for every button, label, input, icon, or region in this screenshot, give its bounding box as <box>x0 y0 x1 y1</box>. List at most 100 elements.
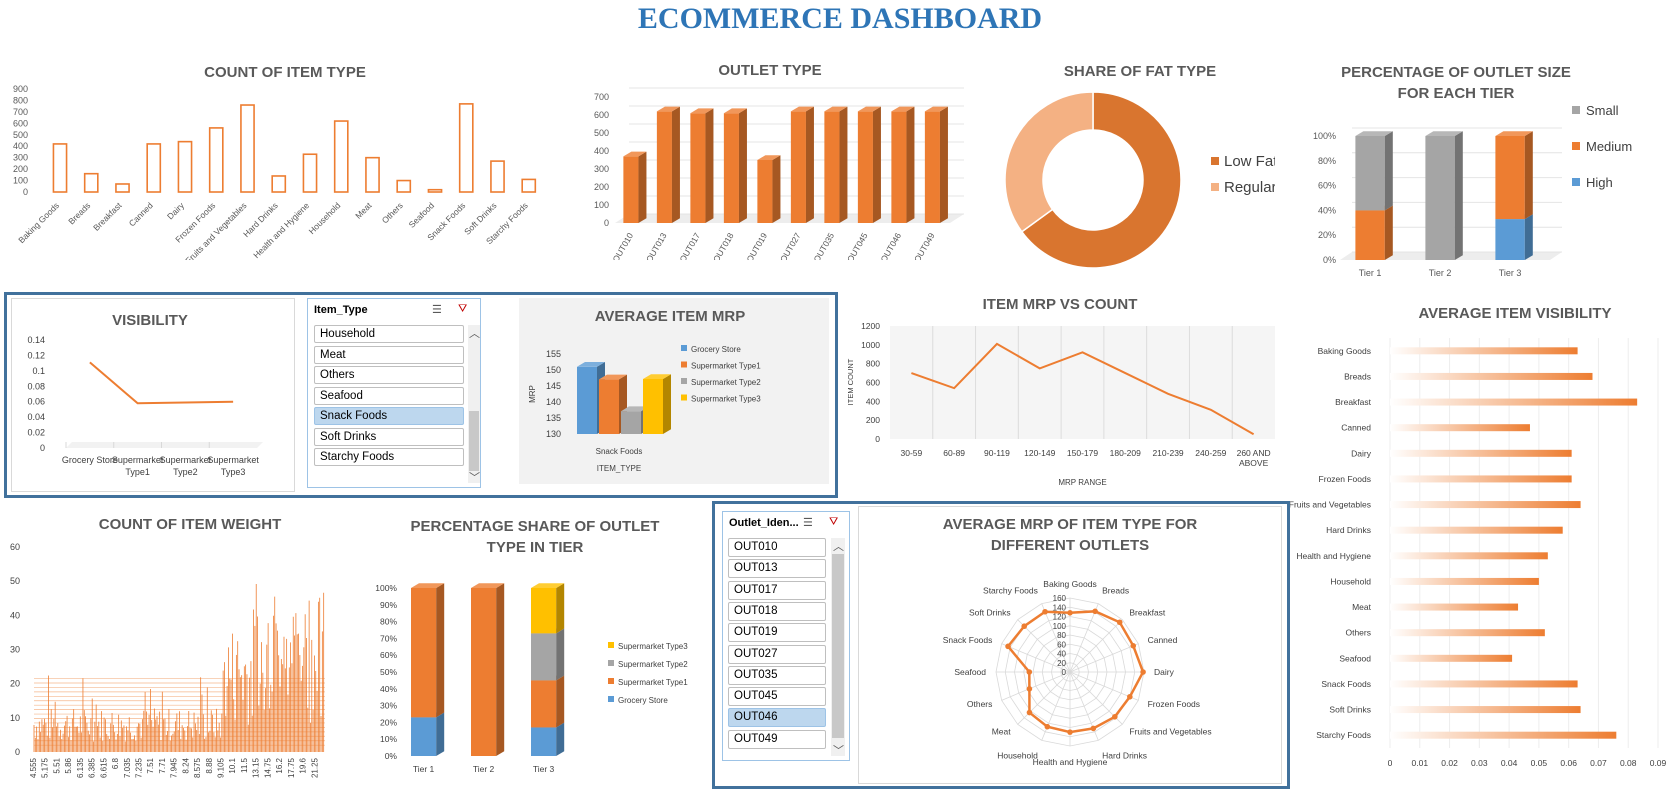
slicer-item[interactable]: Snack Foods <box>314 407 464 425</box>
x-tick-label: 4.555 <box>29 757 38 778</box>
x-tick-label: Dairy <box>165 200 187 222</box>
x-tick-label: 8.88 <box>205 757 214 773</box>
legend-swatch <box>1572 106 1580 114</box>
y-tick-label: 150 <box>546 365 561 375</box>
slicer-item[interactable]: Seafood <box>314 386 464 405</box>
bar <box>824 111 840 223</box>
scroll-up-icon[interactable]: ︿ <box>833 538 844 554</box>
bar <box>790 111 806 223</box>
bar <box>1390 372 1593 380</box>
bar <box>1390 526 1563 534</box>
item-type-slicer: Item_Type ☰ ⛛ Household Meat Others Seafood… <box>307 298 481 488</box>
slicer-item[interactable]: Household <box>314 325 464 343</box>
bar-side <box>872 106 881 223</box>
scroll-down-icon[interactable]: ﹀ <box>469 469 480 485</box>
x-tick-label-line2: Type1 <box>125 467 150 477</box>
x-tick-label: 0.04 <box>1501 758 1518 768</box>
scroll-up-icon[interactable]: ︿ <box>469 325 480 341</box>
slicer-item[interactable]: OUT046 <box>728 708 826 728</box>
bar <box>240 104 255 193</box>
r-tick-label: 160 <box>1053 594 1067 603</box>
slicer-item[interactable]: OUT019 <box>728 623 826 643</box>
y-tick-label: Soft Drinks <box>1329 705 1371 715</box>
x-tick-label: 19.6 <box>299 757 308 773</box>
legend-label: Supermarket Type1 <box>618 678 688 687</box>
stack-segment <box>1495 219 1525 260</box>
y-tick-label: 200 <box>13 164 28 174</box>
slicer-item[interactable]: Starchy Foods <box>314 448 464 466</box>
bar <box>177 140 193 193</box>
y-tick-label: 0.12 <box>27 350 45 360</box>
x-tick-label: 90-119 <box>984 448 1010 458</box>
x-axis-label: ITEM_TYPE <box>597 464 641 473</box>
y-tick-label: 800 <box>13 95 28 105</box>
x-tick-label: OUT013 <box>644 231 669 260</box>
slicer-item[interactable]: OUT045 <box>728 687 826 707</box>
bar <box>1390 552 1548 560</box>
x-tick-label: OUT049 <box>912 231 937 260</box>
y-tick-label: 200 <box>866 415 880 425</box>
slicer-item[interactable]: OUT049 <box>728 729 826 749</box>
outlet-type-tier-chart: 0% 10% 20% 30% 40% 50% 60% 70% 80% 90% 100% Tier 1 T… <box>375 583 688 774</box>
chart-title-fat-type: SHARE OF FAT TYPE <box>1063 63 1217 80</box>
y-tick-label: 0 <box>40 443 45 453</box>
slicer-item[interactable]: OUT027 <box>728 644 826 664</box>
y-tick-label: 100 <box>594 200 609 210</box>
slicer-item[interactable]: OUT035 <box>728 665 826 685</box>
radar-point <box>1127 693 1133 700</box>
bar-side <box>772 155 781 223</box>
slicer-item[interactable]: Meat <box>314 345 464 364</box>
clear-filter-icon[interactable]: ⛛ <box>458 303 467 316</box>
radar-axis-label: Snack Foods <box>943 635 993 645</box>
radar-point <box>1044 723 1051 730</box>
item-type-slicer-scroll-thumb[interactable] <box>469 411 479 471</box>
bar <box>656 111 672 223</box>
donut-slice <box>1005 91 1094 233</box>
legend-swatch <box>1572 142 1580 150</box>
x-tick-label: Tier 3 <box>1499 268 1522 278</box>
bar-side <box>906 106 915 223</box>
y-tick-label: Baking Goods <box>1318 346 1371 356</box>
legend-swatch <box>681 345 687 351</box>
avg-item-mrp-chart: 130 135 140 145 150 155 MRP Grocery Store Superm… <box>528 345 761 473</box>
outlet-slicer-scroll-thumb[interactable] <box>832 554 844 738</box>
slicer-item[interactable]: OUT018 <box>728 601 826 621</box>
y-tick-label: 20 <box>10 679 20 689</box>
y-tick-label: Dairy <box>1351 448 1372 458</box>
y-tick-label: 0.14 <box>27 335 45 345</box>
x-tick-label: Supermarket <box>160 455 212 465</box>
legend-swatch <box>1572 178 1580 186</box>
legend-label: Small <box>1586 103 1619 118</box>
multi-select-icon[interactable]: ☰ <box>432 303 442 316</box>
r-tick-label: 40 <box>1057 650 1066 659</box>
legend-swatch <box>1211 183 1219 191</box>
radar-axis-label: Meat <box>992 726 1012 736</box>
stack-segment-side <box>1524 214 1533 260</box>
y-tick-label: 600 <box>594 110 609 120</box>
item-type-count-chart: 0100 200300 400500 600700 800900 Baking Goods… <box>13 85 537 260</box>
radar-point <box>1092 608 1098 615</box>
x-tick-label: 210-239 <box>1152 448 1183 458</box>
y-tick-label: Snack Foods <box>1321 679 1371 689</box>
outlet-slicer-header: Outlet_Iden... <box>729 517 799 529</box>
x-tick-label: 0.08 <box>1620 758 1637 768</box>
stack-segment <box>531 727 557 756</box>
slicer-item[interactable]: OUT013 <box>728 559 826 579</box>
stack-segment <box>1495 136 1525 220</box>
bar <box>643 379 663 434</box>
slicer-item[interactable]: Soft Drinks <box>314 427 464 446</box>
bar <box>1390 629 1545 637</box>
clear-filter-icon[interactable]: ⛛ <box>829 516 838 529</box>
legend-swatch <box>681 394 687 401</box>
x-tick-label: Tier 3 <box>533 764 555 774</box>
slicer-item[interactable]: OUT017 <box>728 580 826 600</box>
stack-segment <box>1355 136 1385 211</box>
legend-label: Grocery Store <box>618 696 668 705</box>
multi-select-icon[interactable]: ☰ <box>803 516 813 529</box>
stack-segment <box>411 588 437 718</box>
y-tick-label: Hard Drinks <box>1326 525 1371 535</box>
scroll-down-icon[interactable]: ﹀ <box>833 742 844 758</box>
slicer-item[interactable]: Others <box>314 366 464 384</box>
slicer-item[interactable]: OUT010 <box>728 538 826 557</box>
y-tick-label: Canned <box>1341 423 1371 433</box>
